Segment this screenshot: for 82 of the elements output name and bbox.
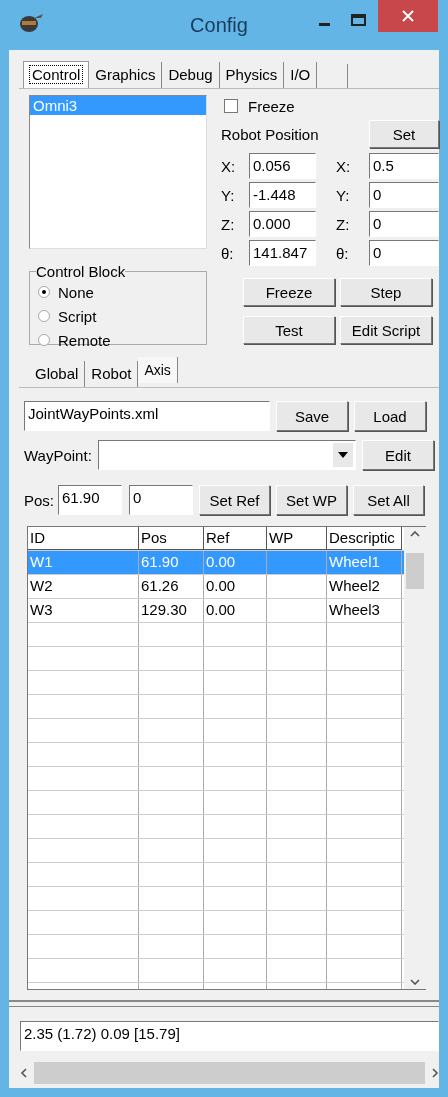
- close-icon: [402, 10, 414, 22]
- waypoint-dropdown[interactable]: [97, 440, 356, 470]
- coord-label: X:: [336, 157, 351, 175]
- table-cell: Wheel2: [329, 577, 380, 594]
- status-field[interactable]: 2.35 (1.72) 0.09 [15.79]: [20, 1021, 439, 1051]
- action-button[interactable]: Test: [243, 316, 335, 344]
- table-row[interactable]: W2 61.26 0.00 Wheel2: [28, 575, 404, 599]
- table-cell: W2: [30, 577, 53, 594]
- scroll-left-icon[interactable]: [20, 1068, 28, 1078]
- radio-button[interactable]: [38, 310, 50, 322]
- vertical-scrollbar[interactable]: [404, 527, 426, 989]
- table-cell: Wheel1: [329, 553, 380, 570]
- table-cell: 61.26: [141, 577, 179, 594]
- coord-field[interactable]: 141.847: [249, 240, 316, 266]
- file-button[interactable]: Load: [354, 401, 426, 431]
- table-cell: Wheel3: [329, 601, 380, 618]
- table-cell: 0.00: [206, 553, 236, 570]
- table-cell: 0.00: [206, 577, 236, 594]
- coord-field[interactable]: 0.000: [249, 211, 316, 237]
- offset-field[interactable]: 0: [129, 485, 193, 515]
- pos-button[interactable]: Set WP: [276, 485, 347, 515]
- coord-field[interactable]: 0.056: [249, 153, 316, 179]
- close-button[interactable]: [378, 0, 438, 32]
- tab[interactable]: Physics: [219, 62, 285, 88]
- checkbox-label: Freeze: [248, 97, 295, 115]
- table-cell: 61.90: [141, 553, 179, 570]
- pos-button[interactable]: Set Ref: [199, 485, 270, 515]
- coord-label: Y:: [221, 186, 236, 204]
- scroll-thumb[interactable]: [406, 553, 424, 589]
- tab[interactable]: Control: [23, 61, 90, 88]
- coord-label: X:: [221, 157, 237, 175]
- coord-label: Z:: [221, 215, 236, 233]
- coord-field[interactable]: 0: [369, 240, 439, 266]
- table-cell: 129.30: [141, 601, 187, 618]
- coord-field[interactable]: 0: [369, 211, 439, 237]
- action-button[interactable]: Edit Script: [340, 316, 432, 344]
- table-cell: W1: [30, 553, 53, 570]
- action-button[interactable]: Freeze: [243, 278, 335, 306]
- scroll-up-icon[interactable]: [410, 531, 420, 537]
- table-row[interactable]: W3 129.30 0.00 Wheel3: [28, 599, 404, 623]
- file-button[interactable]: Save: [276, 401, 348, 431]
- coord-label: θ:: [336, 244, 349, 262]
- field-label: WayPoint:: [24, 446, 92, 464]
- radio-label: None: [58, 283, 94, 301]
- column-header[interactable]: ID: [28, 527, 139, 550]
- edit-button[interactable]: Edit: [362, 440, 434, 470]
- column-header[interactable]: WP: [267, 527, 327, 550]
- coord-label: Z:: [336, 215, 350, 233]
- radio-button[interactable]: [38, 334, 50, 346]
- radio-button[interactable]: [38, 286, 50, 298]
- column-header[interactable]: Ref: [204, 527, 267, 550]
- file-field[interactable]: JointWayPoints.xml: [24, 401, 270, 431]
- tab[interactable]: I/O: [284, 62, 318, 88]
- tab[interactable]: Graphics: [89, 62, 163, 88]
- dropdown-arrow-icon: [338, 452, 348, 458]
- table-cell: 0.00: [206, 601, 236, 618]
- pos-field[interactable]: 61.90: [58, 485, 122, 515]
- action-button[interactable]: Step: [340, 278, 432, 306]
- splitter-bar[interactable]: [9, 1000, 439, 1007]
- group-title: Control Block: [36, 263, 126, 280]
- coord-field[interactable]: 0.5: [369, 153, 439, 179]
- window-title: Config: [190, 14, 248, 37]
- coord-field[interactable]: -1.448: [249, 182, 316, 208]
- radio-label: Script: [58, 307, 97, 325]
- set-button[interactable]: Set: [369, 120, 439, 148]
- checkbox[interactable]: [224, 99, 238, 113]
- scroll-down-icon[interactable]: [410, 979, 420, 985]
- column-header[interactable]: Descriptic: [327, 527, 402, 550]
- tab[interactable]: Debug: [162, 62, 220, 88]
- radio-label: Remote: [58, 331, 111, 349]
- section-label: Robot Position: [221, 125, 319, 143]
- tab[interactable]: Axis: [138, 357, 178, 383]
- pos-button[interactable]: Set All: [353, 485, 424, 515]
- coord-label: Y:: [336, 186, 350, 204]
- coord-label: θ:: [221, 244, 235, 262]
- field-label: Pos:: [24, 491, 54, 509]
- robot-app-icon: [18, 12, 44, 34]
- scroll-right-icon[interactable]: [431, 1068, 439, 1078]
- table-cell: W3: [30, 601, 53, 618]
- column-header[interactable]: Pos: [139, 527, 204, 550]
- coord-field[interactable]: 0: [369, 182, 439, 208]
- tab[interactable]: Global: [29, 361, 86, 387]
